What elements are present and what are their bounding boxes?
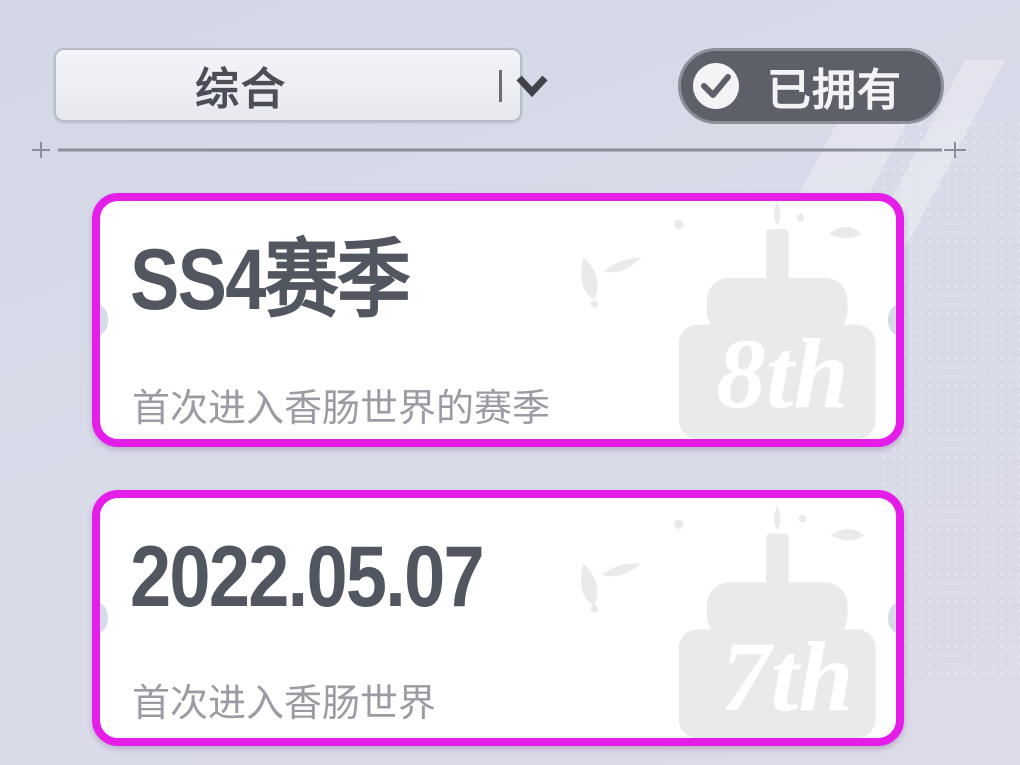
card-title: 2022.05.07 xyxy=(130,529,485,625)
check-circle-icon xyxy=(693,63,739,109)
sort-dropdown-label: 综合 xyxy=(195,64,287,115)
owned-filter-label: 已拥有 xyxy=(767,65,902,116)
birthday-cake-icon: 7th xyxy=(581,505,876,738)
chevron-down-icon[interactable] xyxy=(512,70,552,102)
achievement-card[interactable]: 8th SS4赛季 首次进入香肠世界的赛季 xyxy=(92,193,904,447)
dropdown-separator xyxy=(499,70,502,102)
card-title: SS4赛季 xyxy=(130,232,411,328)
birthday-cake-icon: 8th xyxy=(581,201,876,439)
section-divider xyxy=(32,142,966,158)
card-badge-text: 7th xyxy=(721,622,854,732)
achievement-card[interactable]: 7th 2022.05.07 首次进入香肠世界 xyxy=(92,490,904,746)
owned-filter-toggle[interactable]: 已拥有 xyxy=(678,48,944,124)
card-badge-text: 8th xyxy=(716,319,848,429)
card-description: 首次进入香肠世界的赛季 xyxy=(132,386,551,430)
card-description: 首次进入香肠世界 xyxy=(132,681,437,725)
sort-dropdown[interactable]: 综合 xyxy=(54,48,548,122)
